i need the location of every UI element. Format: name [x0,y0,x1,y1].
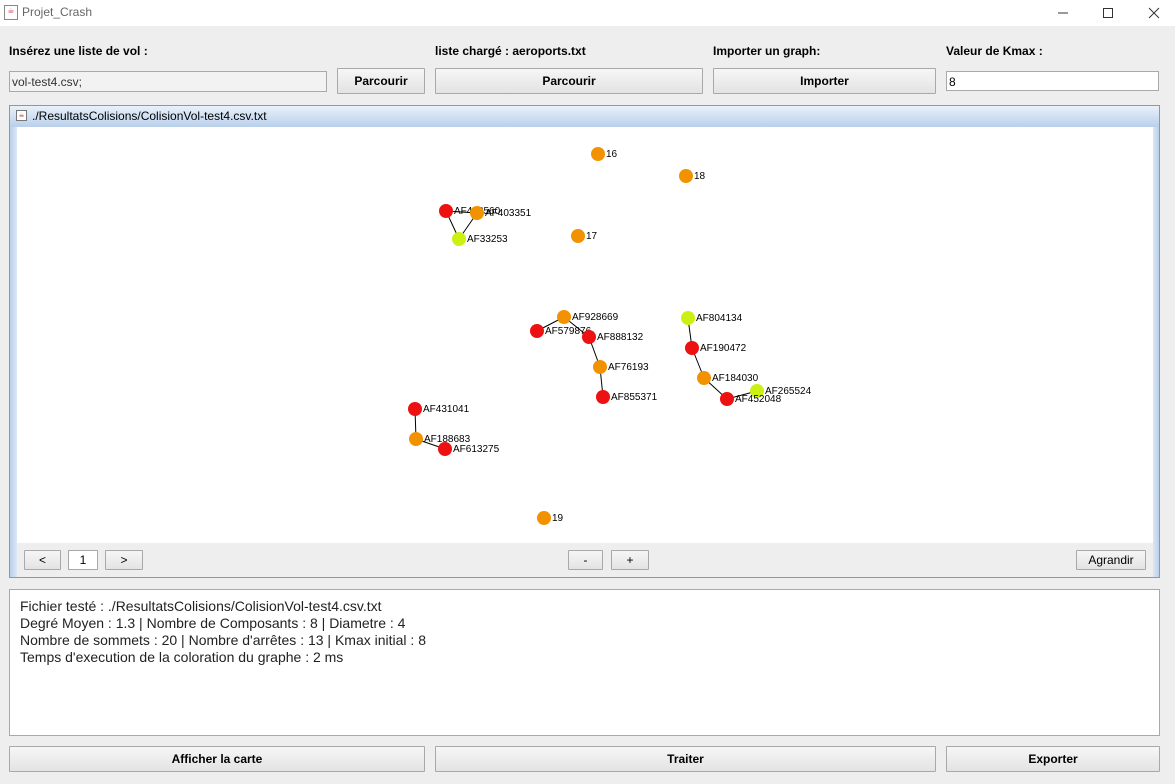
export-button[interactable]: Exporter [946,746,1160,772]
browse-airports-button[interactable]: Parcourir [435,68,703,94]
close-button[interactable] [1131,0,1175,26]
graph-node-circle[interactable] [720,392,734,406]
kmax-input[interactable]: 8 [946,71,1159,91]
close-icon [1148,7,1160,19]
page-number-field[interactable]: 1 [68,550,98,570]
graph-node-label: AF76193 [608,362,649,373]
frame-java-icon: ☕ [16,110,27,121]
graph-node[interactable]: AF928669 [557,310,619,324]
graph-node[interactable]: AF888132 [582,330,644,344]
graph-node-label: AF190472 [700,343,747,354]
graph-node[interactable]: AF184030 [697,371,759,385]
minimize-button[interactable] [1040,0,1086,26]
minimize-icon [1058,12,1068,14]
graph-node-circle[interactable] [685,341,699,355]
flight-list-label: Insérez une liste de vol : [9,44,148,58]
graph-node-circle[interactable] [571,229,585,243]
info-vertices-edges-kmax: Nombre de sommets : 20 | Nombre d'arrête… [20,632,426,648]
graph-node[interactable]: AF613275 [438,442,500,456]
process-button[interactable]: Traiter [435,746,936,772]
frame-left-border [10,127,17,577]
graph-node-label: AF33253 [467,234,508,245]
title-bar: ☕ Projet_Crash [0,0,1175,26]
graph-node-circle[interactable] [537,511,551,525]
window-title: Projet_Crash [22,5,93,19]
graph-internal-frame: ☕ ./ResultatsColisions/ColisionVol-test4… [9,105,1160,578]
graph-node-label: 18 [694,171,706,182]
graph-node-circle[interactable] [408,402,422,416]
graph-node-label: AF804134 [696,313,743,324]
flight-list-field[interactable]: vol-test4.csv; [9,71,327,92]
graph-toolbar: < 1 > - + Agrandir [17,543,1153,577]
graph-node-circle[interactable] [582,330,596,344]
graph-node-label: AF431041 [423,404,470,415]
zoom-out-button[interactable]: - [568,550,603,570]
graph-node-circle[interactable] [679,169,693,183]
graph-node[interactable]: AF804134 [681,311,743,325]
kmax-label: Valeur de Kmax : [946,44,1043,58]
graph-node-label: AF888132 [597,332,644,343]
graph-canvas[interactable]: 1618AF418560AF403351AF3325317AF928669AF5… [17,127,1153,543]
graph-node-label: 19 [552,513,564,524]
graph-node-label: AF855371 [611,392,658,403]
frame-title-bar[interactable]: ☕ ./ResultatsColisions/ColisionVol-test4… [10,106,1159,127]
graph-node[interactable]: AF190472 [685,341,747,355]
graph-node-label: AF452048 [735,394,782,405]
graph-node[interactable]: AF431041 [408,402,470,416]
graph-node[interactable]: AF33253 [452,232,508,246]
graph-node-label: 16 [606,149,618,160]
enlarge-button[interactable]: Agrandir [1076,550,1146,570]
graph-node-circle[interactable] [439,204,453,218]
graph-node-circle[interactable] [409,432,423,446]
info-execution-time: Temps d'execution de la coloration du gr… [20,649,344,665]
maximize-icon [1103,8,1113,18]
graph-node-label: AF403351 [485,208,532,219]
graph-node-label: AF184030 [712,373,759,384]
graph-node[interactable]: 17 [571,229,598,243]
graph-node-circle[interactable] [591,147,605,161]
graph-node-circle[interactable] [596,390,610,404]
java-app-icon: ☕ [4,5,18,20]
graph-node[interactable]: 19 [537,511,564,525]
nodes-layer: 1618AF418560AF403351AF3325317AF928669AF5… [408,147,812,525]
browse-flights-button[interactable]: Parcourir [337,68,425,94]
previous-page-button[interactable]: < [24,550,61,570]
graph-node[interactable]: AF855371 [596,390,658,404]
show-map-button[interactable]: Afficher la carte [9,746,425,772]
info-text-area[interactable]: Fichier testé : ./ResultatsColisions/Col… [9,589,1160,736]
graph-node-label: AF928669 [572,312,619,323]
graph-node-circle[interactable] [438,442,452,456]
graph-node-circle[interactable] [470,206,484,220]
graph-node-circle[interactable] [681,311,695,325]
maximize-button[interactable] [1085,0,1131,26]
graph-node-circle[interactable] [593,360,607,374]
airports-loaded-label: liste chargé : aeroports.txt [435,44,586,58]
graph-node-circle[interactable] [697,371,711,385]
info-tested-file: Fichier testé : ./ResultatsColisions/Col… [20,598,382,614]
graph-node[interactable]: 16 [591,147,618,161]
frame-title: ./ResultatsColisions/ColisionVol-test4.c… [32,109,267,123]
graph-node[interactable]: AF76193 [593,360,649,374]
graph-node-circle[interactable] [452,232,466,246]
frame-right-border [1153,127,1159,577]
next-page-button[interactable]: > [105,550,143,570]
graph-node-circle[interactable] [557,310,571,324]
info-degree-components-diameter: Degré Moyen : 1.3 | Nombre de Composants… [20,615,406,631]
graph-node[interactable]: 18 [679,169,706,183]
graph-node-label: 17 [586,231,598,242]
import-graph-label: Importer un graph: [713,44,821,58]
graph-node[interactable]: AF403351 [470,206,532,220]
graph-node-circle[interactable] [530,324,544,338]
zoom-in-button[interactable]: + [611,550,649,570]
graph-node[interactable]: AF452048 [720,392,782,406]
import-graph-button[interactable]: Importer [713,68,936,94]
graph-node-label: AF613275 [453,444,500,455]
